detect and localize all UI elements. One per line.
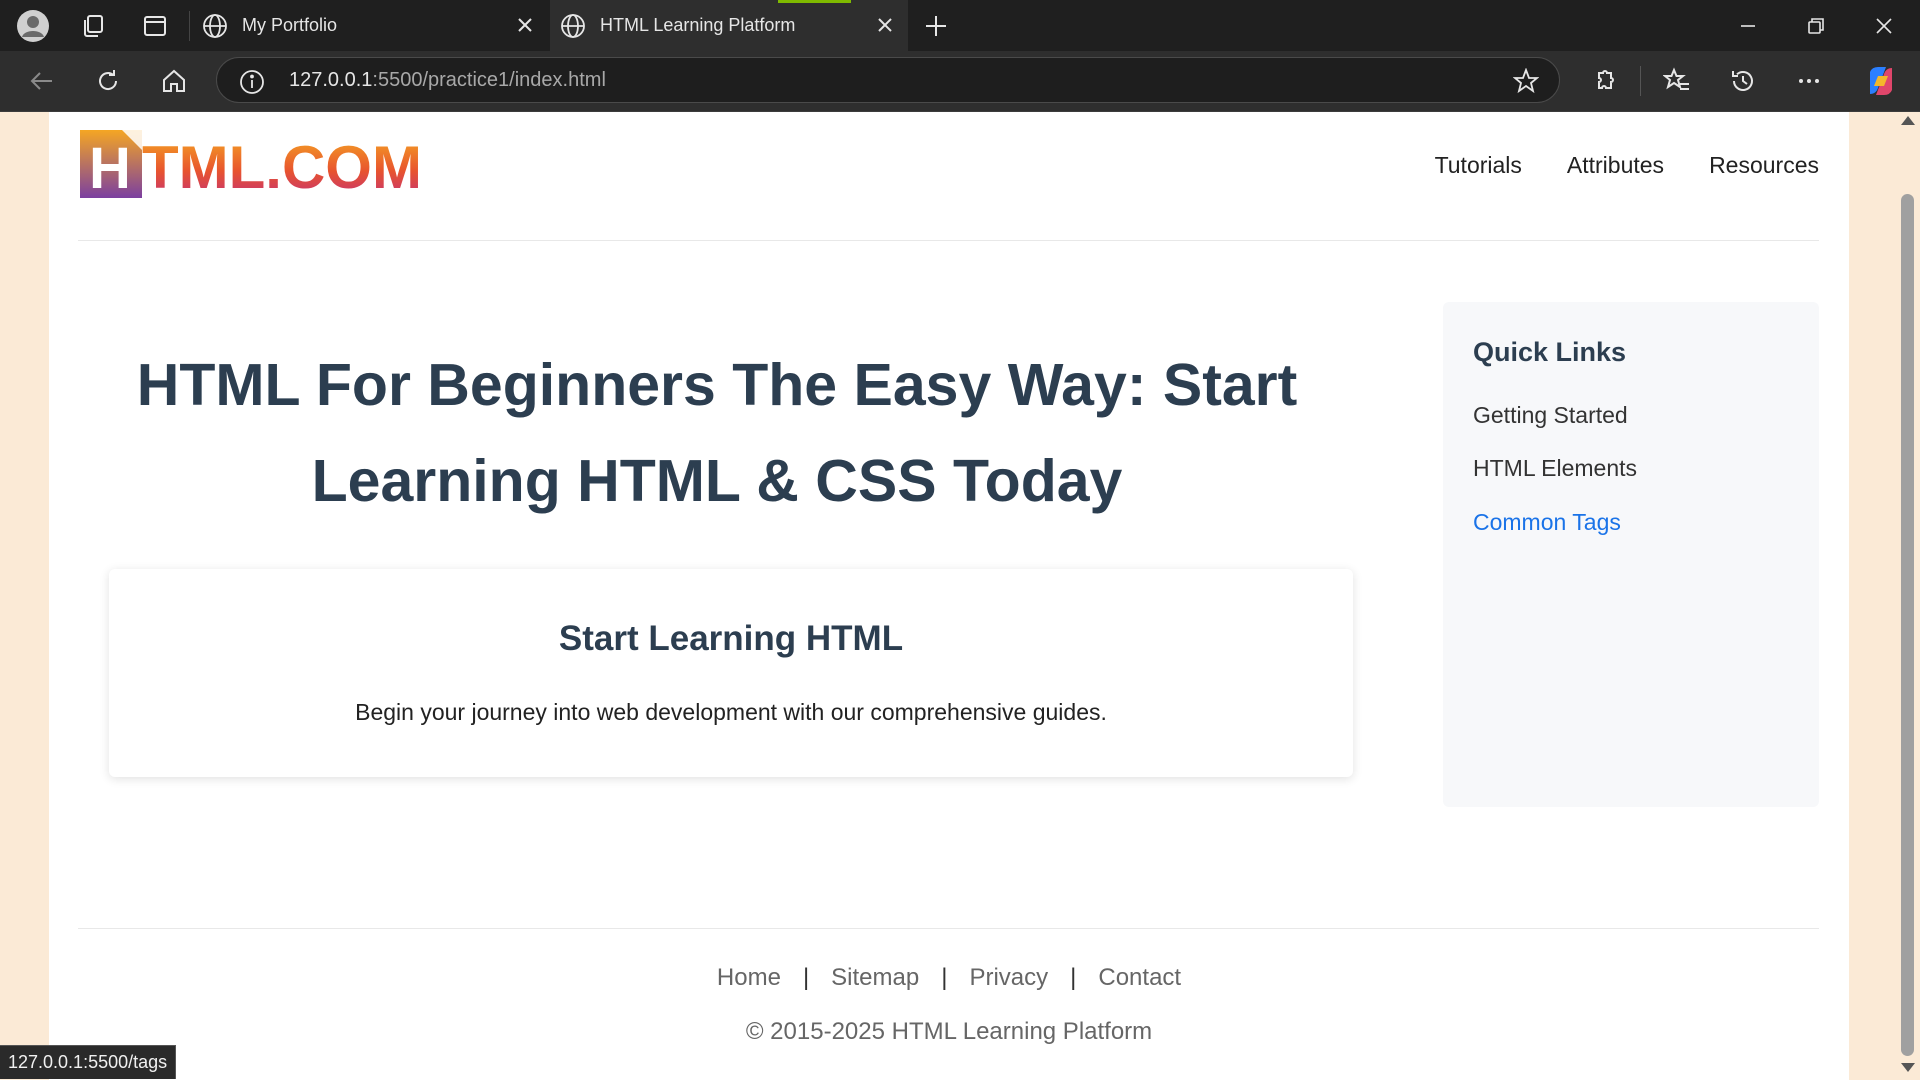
- status-bar-url: 127.0.0.1:5500/tags: [0, 1045, 177, 1079]
- scrollbar-thumb[interactable]: [1901, 194, 1914, 1056]
- close-icon[interactable]: [514, 14, 536, 41]
- tab-separator: [189, 11, 190, 41]
- footer-divider: [78, 928, 1819, 929]
- favorite-star-icon[interactable]: [1512, 67, 1540, 99]
- sidebar-link-getting-started[interactable]: Getting Started: [1473, 402, 1628, 429]
- extensions-icon[interactable]: [1580, 51, 1630, 111]
- workspaces-icon[interactable]: [72, 0, 114, 51]
- scroll-down-arrow-icon[interactable]: [1901, 1063, 1915, 1072]
- refresh-icon[interactable]: [83, 51, 133, 111]
- header-divider: [78, 240, 1819, 241]
- footer-link-privacy[interactable]: Privacy: [969, 964, 1048, 991]
- more-options-icon[interactable]: [1784, 51, 1834, 111]
- tab-html-learning-platform[interactable]: HTML Learning Platform: [550, 0, 908, 51]
- main-nav: Tutorials Attributes Resources: [1435, 152, 1819, 179]
- hero-line-2: Learning HTML & CSS Today: [311, 448, 1123, 514]
- card-text: Begin your journey into web development …: [355, 699, 1107, 725]
- toolbar-separator: [1640, 66, 1641, 96]
- footer-link-contact[interactable]: Contact: [1098, 964, 1181, 991]
- new-tab-plus-icon[interactable]: [916, 0, 956, 51]
- address-bar[interactable]: 127.0.0.1:5500/practice1/index.html: [216, 57, 1560, 103]
- restore-icon[interactable]: [1780, 0, 1852, 51]
- quick-links-sidebar: Quick Links Getting Started HTML Element…: [1443, 302, 1819, 807]
- profile-avatar-icon[interactable]: [12, 0, 54, 51]
- footer-separator: |: [802, 964, 810, 991]
- tab-title: My Portfolio: [242, 15, 338, 35]
- tab-actions-icon[interactable]: [134, 0, 176, 51]
- footer-link-sitemap[interactable]: Sitemap: [831, 964, 919, 991]
- svg-text:TML.COM: TML.COM: [142, 134, 422, 201]
- site-info-icon[interactable]: [239, 69, 265, 100]
- browser-toolbar: 127.0.0.1:5500/practice1/index.html: [0, 51, 1920, 112]
- back-arrow-icon[interactable]: [17, 51, 67, 111]
- globe-icon: [560, 13, 586, 44]
- sidebar-link-common-tags[interactable]: Common Tags: [1473, 509, 1621, 536]
- minimize-icon[interactable]: [1712, 0, 1784, 51]
- sidebar-title: Quick Links: [1473, 337, 1627, 367]
- html-com-logo[interactable]: H TML.COM: [78, 124, 438, 207]
- url-path: :5500/practice1/index.html: [372, 69, 606, 91]
- tab-loading-accent: [778, 0, 851, 3]
- footer-separator: |: [941, 964, 948, 991]
- web-page: H TML.COM Tutorials Attributes Resources…: [49, 112, 1849, 1080]
- url-host: 127.0.0.1: [289, 69, 373, 91]
- sidebar-link-html-elements[interactable]: HTML Elements: [1473, 455, 1637, 482]
- footer-links: Home | Sitemap | Privacy | Contact: [49, 964, 1849, 992]
- favorites-icon[interactable]: [1652, 51, 1702, 111]
- footer-link-home[interactable]: Home: [717, 964, 781, 991]
- home-icon[interactable]: [149, 51, 199, 111]
- intro-card: Start Learning HTML Begin your journey i…: [109, 569, 1353, 777]
- window-close-icon[interactable]: [1848, 0, 1920, 51]
- tab-title: HTML Learning Platform: [600, 15, 796, 35]
- tab-my-portfolio[interactable]: My Portfolio: [192, 0, 548, 51]
- browser-titlebar: My Portfolio HTML Learning Platform: [0, 0, 1920, 51]
- footer-separator: |: [1070, 964, 1077, 991]
- nav-tutorials[interactable]: Tutorials: [1435, 152, 1522, 179]
- page-scrollbar[interactable]: [1897, 112, 1920, 1080]
- globe-icon: [202, 13, 228, 44]
- nav-attributes[interactable]: Attributes: [1567, 152, 1664, 179]
- svg-text:H: H: [89, 136, 131, 201]
- card-title: Start Learning HTML: [558, 619, 904, 658]
- history-icon[interactable]: [1718, 51, 1768, 111]
- hero-line-1: HTML For Beginners The Easy Way: Start: [136, 352, 1298, 418]
- hero-heading: HTML For Beginners The Easy Way: Start L…: [127, 337, 1307, 529]
- copyright-text: © 2015-2025 HTML Learning Platform: [745, 1018, 1153, 1045]
- close-icon[interactable]: [874, 14, 896, 41]
- copilot-icon[interactable]: [1856, 51, 1906, 111]
- scroll-up-arrow-icon[interactable]: [1901, 116, 1915, 125]
- nav-resources[interactable]: Resources: [1709, 152, 1819, 179]
- url-text[interactable]: 127.0.0.1:5500/practice1/index.html: [289, 69, 606, 92]
